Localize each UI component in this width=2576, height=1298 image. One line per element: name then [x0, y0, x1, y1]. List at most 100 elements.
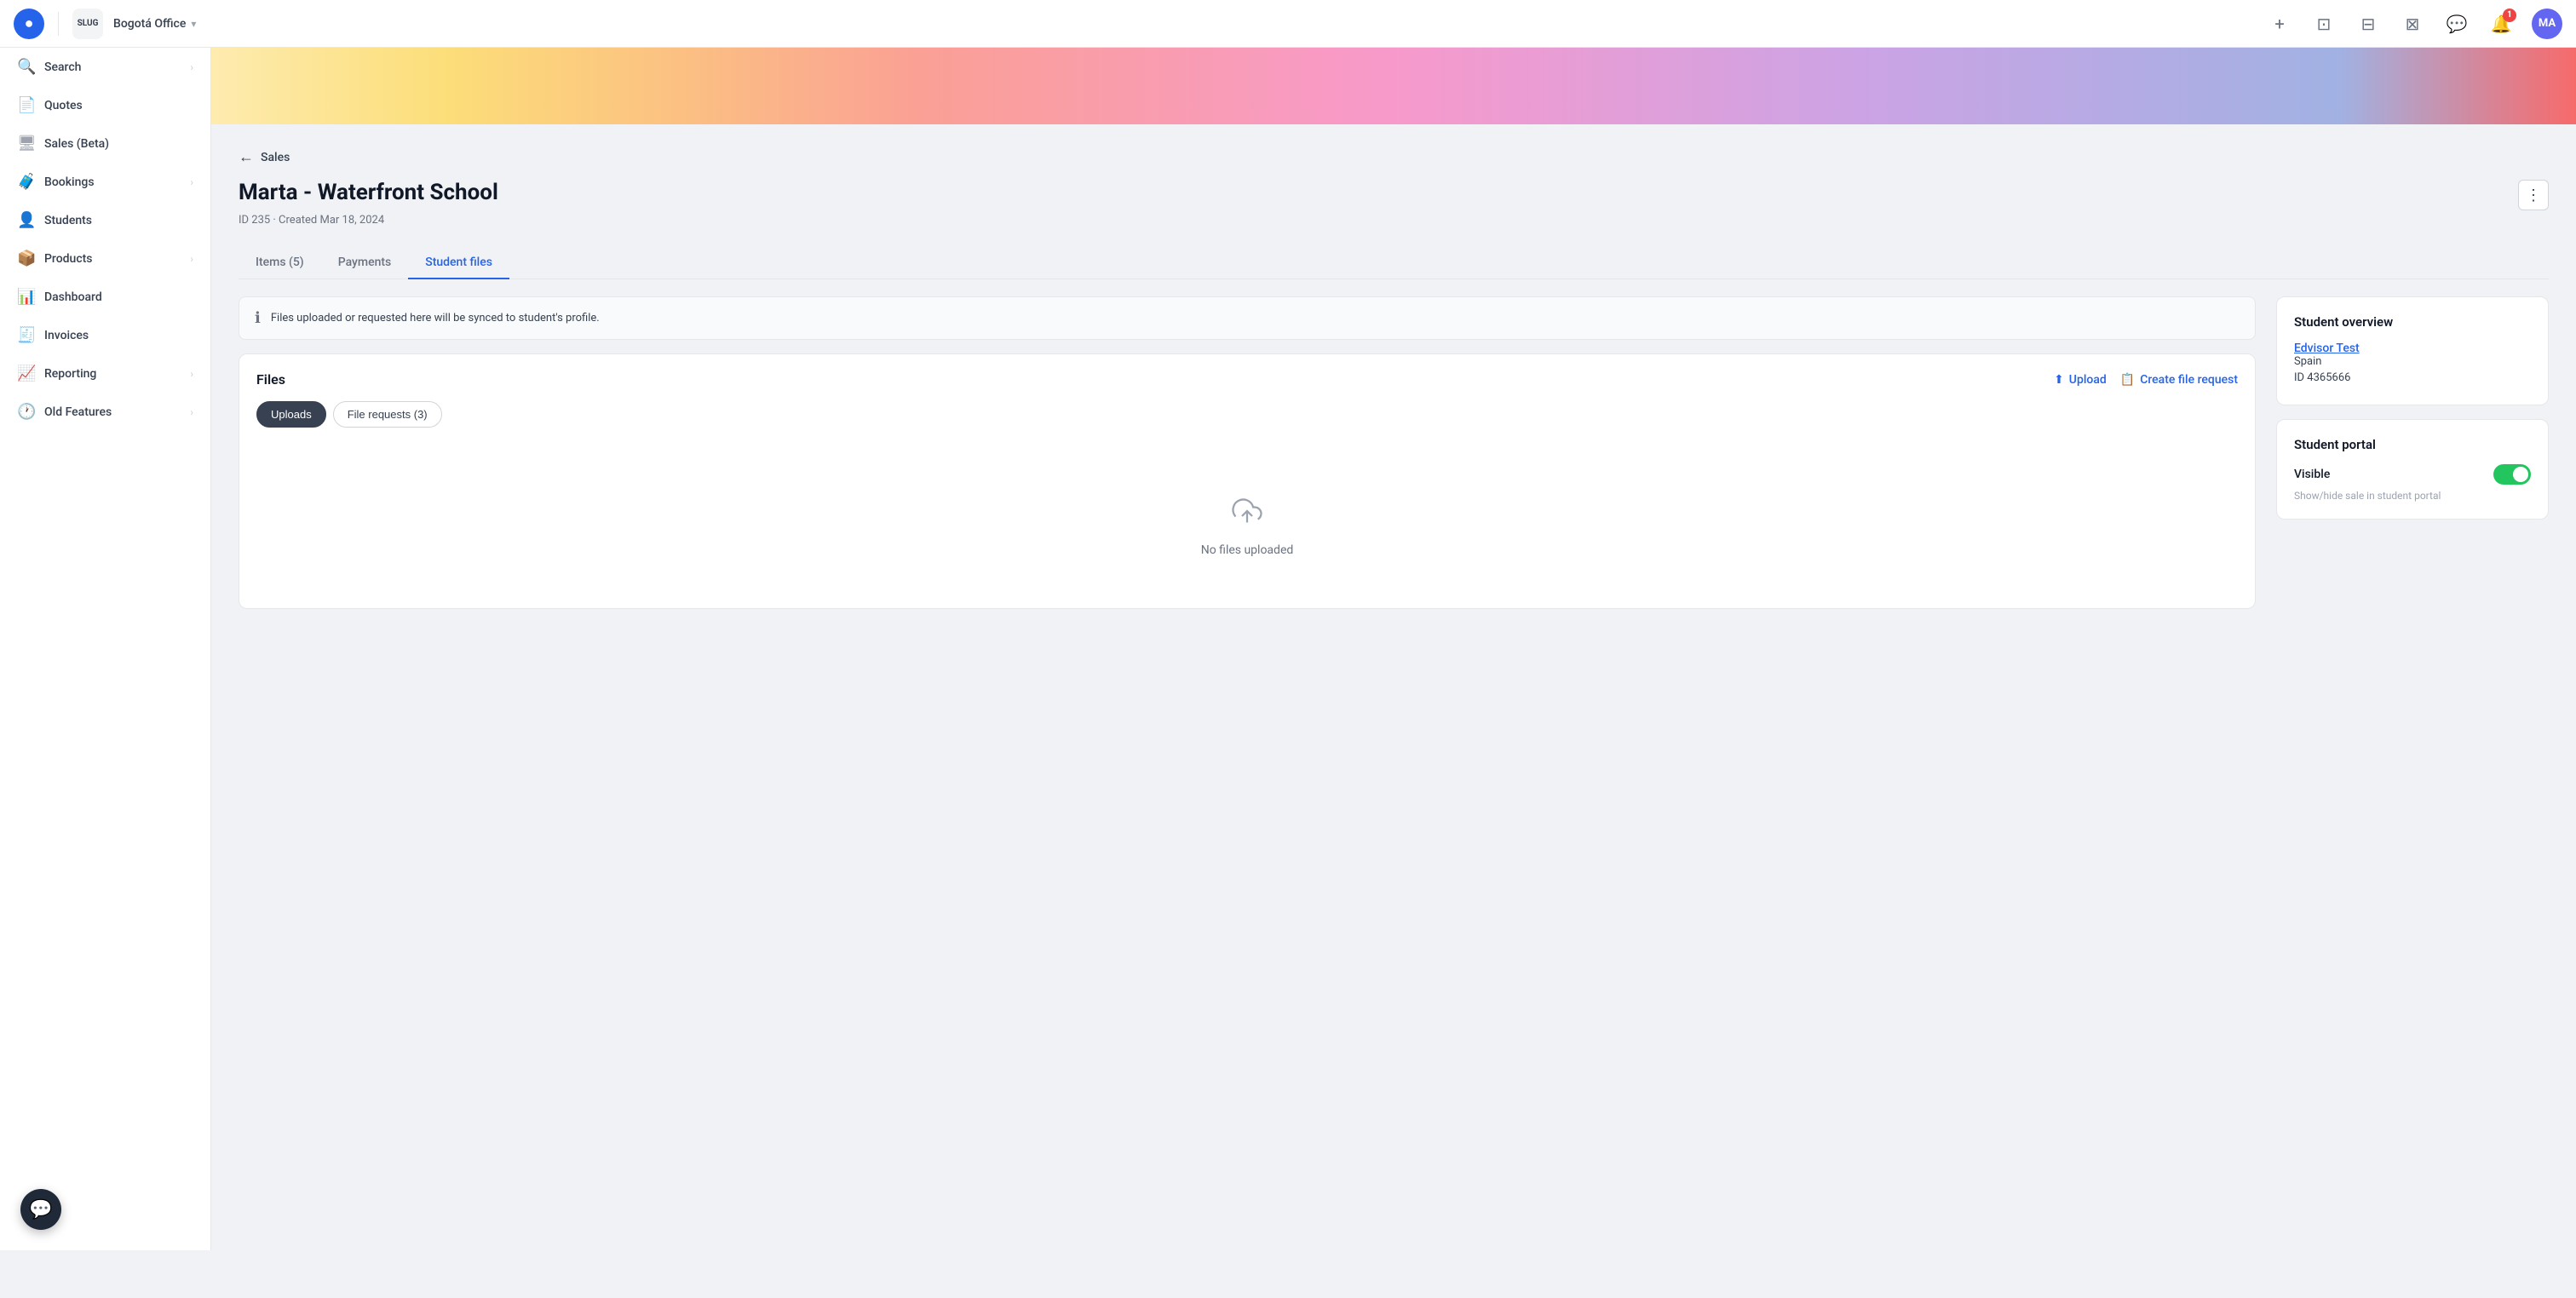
files-card: Files ⬆ Upload 📋 Create file request	[239, 353, 2256, 609]
content-aside: Student overview Edvisor Test Spain ID 4…	[2276, 296, 2549, 609]
inbox-button[interactable]: ⊡	[2310, 10, 2337, 37]
create-file-request-button[interactable]: 📋 Create file request	[2120, 373, 2238, 387]
file-tabs: Uploads File requests (3)	[256, 401, 2238, 428]
student-id: ID 4365666	[2294, 371, 2531, 384]
main-layout: 🔍 Search › 📄 Quotes 🖥 Sales (Beta) 🧳 Boo…	[0, 48, 2576, 1250]
navbar-actions: + ⊡ ⊟ ⊠ 💬 🔔 1 MA	[2266, 9, 2562, 39]
portal-description: Show/hide sale in student portal	[2294, 490, 2531, 502]
sidebar-item-products[interactable]: 📦 Products ›	[0, 239, 210, 278]
students-icon: 👤	[17, 211, 34, 229]
sidebar-item-dashboard[interactable]: 📊 Dashboard	[0, 278, 210, 316]
ellipsis-icon: ⋮	[2526, 187, 2541, 204]
user-avatar[interactable]: MA	[2532, 9, 2562, 39]
notifications-button[interactable]: 🔔 1	[2487, 10, 2515, 37]
office-label: Bogotá Office	[113, 17, 186, 31]
sidebar-item-search[interactable]: 🔍 Search ›	[0, 48, 210, 86]
quotes-icon: 📄	[17, 96, 34, 114]
back-arrow-icon: ←	[239, 148, 254, 166]
tab-payments[interactable]: Payments	[321, 247, 409, 279]
sidebar-item-bookings[interactable]: 🧳 Bookings ›	[0, 163, 210, 201]
sidebar-item-sales-beta[interactable]: 🖥 Sales (Beta)	[0, 124, 210, 163]
reporting-icon: 📈	[17, 365, 34, 382]
page-title: Marta - Waterfront School	[239, 180, 498, 205]
student-portal-title: Student portal	[2294, 437, 2531, 452]
file-tab-uploads[interactable]: Uploads	[256, 401, 326, 428]
chat-nav-button[interactable]: 💬	[2443, 10, 2470, 37]
student-portal-card: Student portal Visible Show/hide sale in…	[2276, 419, 2549, 520]
clipboard-icon: ⊠	[2406, 14, 2420, 34]
content-main: ℹ Files uploaded or requested here will …	[239, 296, 2256, 609]
chevron-right-icon: ›	[190, 406, 193, 418]
sidebar-item-quotes[interactable]: 📄 Quotes	[0, 86, 210, 124]
sidebar: 🔍 Search › 📄 Quotes 🖥 Sales (Beta) 🧳 Boo…	[0, 48, 211, 1250]
breadcrumb[interactable]: ← Sales	[239, 148, 2549, 166]
upload-icon: ⬆	[2054, 373, 2064, 387]
more-options-button[interactable]: ⋮	[2518, 180, 2549, 210]
empty-state: No files uploaded	[256, 462, 2238, 591]
sidebar-label-bookings: Bookings	[44, 175, 180, 189]
student-country: Spain	[2294, 355, 2531, 368]
dashboard-icon: 📊	[17, 288, 34, 306]
page-content: ← Sales Marta - Waterfront School ⋮ ID 2…	[211, 124, 2576, 1250]
chevron-down-icon: ▾	[191, 18, 196, 30]
file-tab-requests[interactable]: File requests (3)	[333, 401, 442, 428]
sidebar-label-products: Products	[44, 252, 180, 266]
sidebar-item-students[interactable]: 👤 Students	[0, 201, 210, 239]
sidebar-item-reporting[interactable]: 📈 Reporting ›	[0, 354, 210, 393]
info-icon: ℹ	[255, 309, 261, 327]
plus-icon: +	[2274, 14, 2284, 34]
sidebar-label-students: Students	[44, 214, 193, 227]
hero-image	[211, 48, 2576, 124]
logo-icon: ●	[25, 14, 34, 32]
sidebar-label-quotes: Quotes	[44, 99, 193, 112]
tab-bar: Items (5) Payments Student files	[239, 247, 2549, 279]
upload-label: Upload	[2069, 373, 2107, 387]
chevron-right-icon: ›	[190, 253, 193, 265]
invoices-icon: 🧾	[17, 326, 34, 344]
info-text: Files uploaded or requested here will be…	[271, 312, 600, 324]
student-overview-card: Student overview Edvisor Test Spain ID 4…	[2276, 296, 2549, 405]
chevron-right-icon: ›	[190, 61, 193, 73]
breadcrumb-label: Sales	[261, 151, 290, 164]
visible-label: Visible	[2294, 468, 2330, 481]
info-banner: ℹ Files uploaded or requested here will …	[239, 296, 2256, 340]
sidebar-label-search: Search	[44, 60, 180, 74]
office-selector[interactable]: Bogotá Office ▾	[113, 17, 196, 31]
files-actions: ⬆ Upload 📋 Create file request	[2054, 373, 2238, 387]
avatar-initials: MA	[2539, 17, 2556, 30]
brand-icon[interactable]: SLUG	[72, 9, 103, 39]
sidebar-label-sales: Sales (Beta)	[44, 137, 193, 151]
chat-icon: 💬	[2447, 14, 2468, 34]
hero-banner	[211, 48, 2576, 124]
sidebar-label-reporting: Reporting	[44, 367, 180, 381]
empty-text: No files uploaded	[1201, 543, 1294, 557]
clipboard-button[interactable]: ⊠	[2399, 10, 2426, 37]
chat-icon: 💬	[29, 1199, 52, 1220]
calendar-button[interactable]: ⊟	[2355, 10, 2382, 37]
chat-button[interactable]: 💬	[20, 1189, 61, 1230]
student-name-link[interactable]: Edvisor Test	[2294, 342, 2531, 355]
files-header: Files ⬆ Upload 📋 Create file request	[256, 371, 2238, 388]
brand-text: SLUG	[78, 19, 99, 28]
sidebar-item-invoices[interactable]: 🧾 Invoices	[0, 316, 210, 354]
chevron-right-icon: ›	[190, 368, 193, 380]
products-icon: 📦	[17, 250, 34, 267]
chevron-right-icon: ›	[190, 176, 193, 188]
notification-badge: 1	[2503, 9, 2516, 22]
main-content: ← Sales Marta - Waterfront School ⋮ ID 2…	[211, 48, 2576, 1250]
upload-button[interactable]: ⬆ Upload	[2054, 373, 2107, 387]
visible-toggle[interactable]	[2493, 464, 2531, 485]
navbar-divider	[58, 12, 59, 36]
tab-items[interactable]: Items (5)	[239, 247, 321, 279]
page-meta: ID 235 · Created Mar 18, 2024	[239, 214, 2549, 227]
search-icon: 🔍	[17, 58, 34, 76]
sidebar-label-dashboard: Dashboard	[44, 290, 193, 304]
tab-student-files[interactable]: Student files	[408, 247, 509, 279]
bookings-icon: 🧳	[17, 173, 34, 191]
add-button[interactable]: +	[2266, 10, 2293, 37]
sidebar-item-old-features[interactable]: 🕐 Old Features ›	[0, 393, 210, 431]
create-icon: 📋	[2120, 373, 2135, 387]
sales-icon: 🖥	[17, 135, 34, 152]
app-logo[interactable]: ●	[14, 9, 44, 39]
sidebar-label-invoices: Invoices	[44, 329, 193, 342]
